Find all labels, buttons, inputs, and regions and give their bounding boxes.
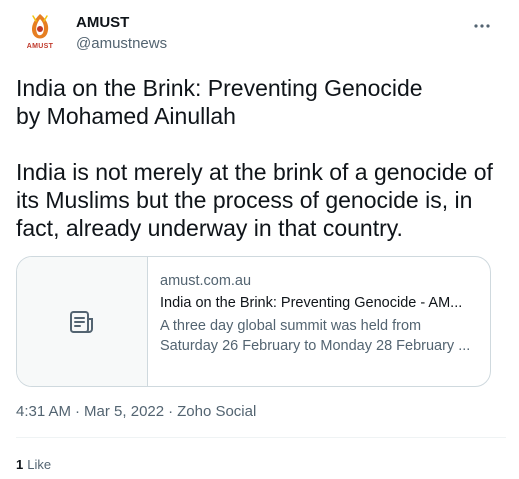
tweet: AMUST AMUST @amustnews India on the Brin… bbox=[0, 0, 519, 479]
likes-count: 1 bbox=[16, 457, 24, 472]
meta-separator: · bbox=[75, 403, 81, 420]
tweet-time[interactable]: 4:31 AM bbox=[16, 403, 71, 420]
more-options-button[interactable] bbox=[466, 10, 498, 42]
avatar[interactable]: AMUST bbox=[16, 12, 64, 60]
divider bbox=[16, 437, 506, 438]
author-name[interactable]: AMUST bbox=[76, 14, 129, 31]
meta-separator: · bbox=[168, 403, 174, 420]
card-domain: amust.com.au bbox=[160, 273, 252, 289]
tweet-date[interactable]: Mar 5, 2022 bbox=[84, 403, 164, 420]
link-preview-card[interactable]: amust.com.au India on the Brink: Prevent… bbox=[16, 256, 491, 387]
tweet-source[interactable]: Zoho Social bbox=[177, 403, 256, 420]
card-thumbnail bbox=[17, 257, 148, 386]
amust-logo-icon bbox=[31, 14, 49, 39]
card-body: amust.com.au India on the Brink: Prevent… bbox=[148, 257, 490, 386]
author-handle[interactable]: @amustnews bbox=[76, 35, 167, 52]
tweet-meta: 4:31 AM · Mar 5, 2022 · Zoho Social bbox=[16, 403, 256, 420]
more-horizontal-icon bbox=[474, 24, 490, 28]
article-icon bbox=[70, 310, 93, 333]
likes-stat[interactable]: 1 Like bbox=[16, 457, 51, 472]
likes-label: Like bbox=[27, 457, 52, 472]
tweet-text: India on the Brink: Preventing Genocide … bbox=[16, 75, 493, 241]
card-title: India on the Brink: Preventing Genocide … bbox=[160, 295, 463, 311]
avatar-text: AMUST bbox=[26, 43, 54, 50]
card-description: A three day global summit was held from … bbox=[160, 318, 471, 354]
